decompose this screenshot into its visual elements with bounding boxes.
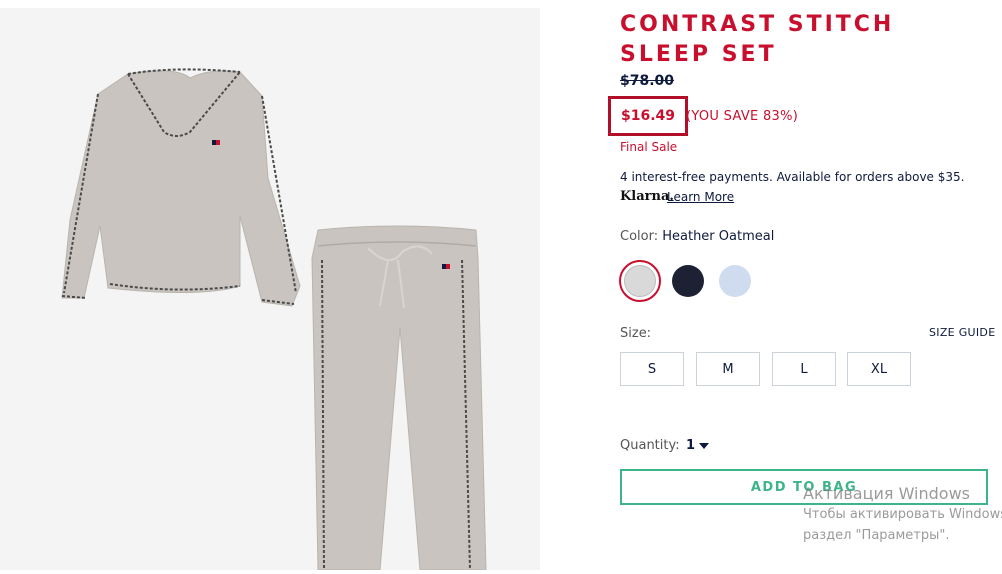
quantity-label: Quantity:	[620, 438, 680, 453]
windows-activation-watermark: Активация Windows Чтобы активировать Win…	[803, 484, 1002, 546]
watermark-line: Чтобы активировать Windows, перейдите в	[803, 507, 1002, 522]
sale-price: $16.49	[621, 108, 676, 124]
chevron-down-icon[interactable]	[699, 443, 709, 449]
color-swatch-light-blue[interactable]	[719, 265, 751, 297]
size-option-m[interactable]: M	[696, 352, 760, 386]
watermark-line: раздел "Параметры".	[803, 528, 950, 543]
color-swatch-heather-oatmeal[interactable]	[624, 265, 656, 297]
final-sale-label: Final Sale	[620, 140, 678, 154]
klarna-info: 4 interest-free payments. Available for …	[620, 170, 965, 184]
product-image[interactable]	[0, 8, 540, 571]
product-title: CONTRAST STITCH SLEEP SET	[620, 12, 895, 67]
size-label: Size:	[620, 326, 652, 341]
original-price: $78.00	[620, 73, 675, 89]
size-option-s[interactable]: S	[620, 352, 684, 386]
color-selected-value: Heather Oatmeal	[662, 229, 775, 244]
sleep-set-illustration	[61, 68, 487, 571]
savings-text: (YOU SAVE 83%)	[686, 109, 799, 124]
color-swatch-navy[interactable]	[672, 265, 704, 297]
quantity-select[interactable]: 1	[686, 438, 695, 453]
size-option-xl[interactable]: XL	[847, 352, 911, 386]
size-option-l[interactable]: L	[772, 352, 836, 386]
color-label: Color: Heather Oatmeal	[620, 229, 774, 244]
sleep-top	[61, 68, 301, 307]
color-label-text: Color:	[620, 229, 659, 244]
sleep-pants	[311, 225, 487, 571]
klarna-logo: Klarna.	[620, 189, 674, 204]
size-guide-link[interactable]: SIZE GUIDE	[929, 326, 995, 339]
watermark-title: Активация Windows	[803, 484, 970, 503]
learn-more-link[interactable]: Learn More	[667, 190, 734, 204]
